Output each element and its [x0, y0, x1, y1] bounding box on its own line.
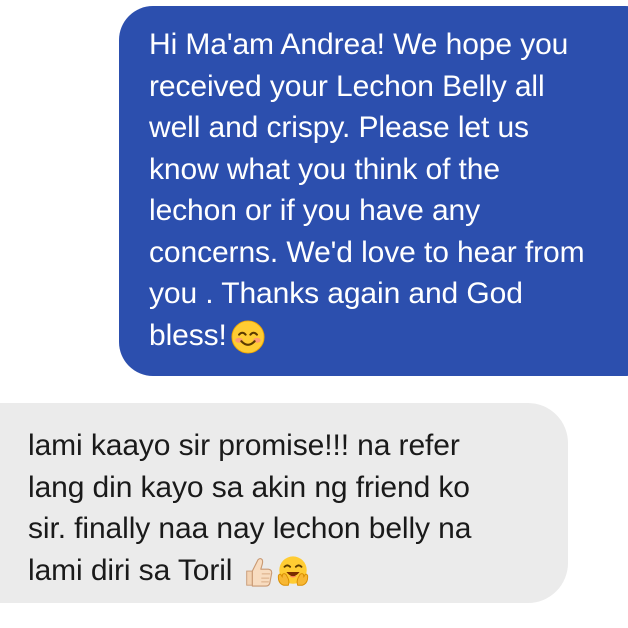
- message-line: lechon or if you have any: [149, 194, 481, 227]
- message-line: know what you think of the: [149, 152, 500, 186]
- message-line: concerns. We'd love to hear from: [149, 235, 585, 269]
- hugging-face-icon: [276, 555, 310, 589]
- message-line: lami kaayo sir promise!!! na refer: [28, 429, 460, 462]
- chat-thread: Hi Ma'am Andrea! We hope you received yo…: [0, 0, 628, 628]
- message-line: received your Lechon Belly all: [149, 69, 545, 103]
- message-line-text: bless!: [149, 318, 227, 352]
- message-line: well and crispy. Please let us: [149, 111, 529, 144]
- message-line: lang din kayo sa akin ng friend ko: [28, 470, 470, 504]
- message-line-text: lami diri sa Toril: [28, 553, 233, 587]
- message-line: you . Thanks again and God: [149, 277, 523, 310]
- outgoing-message-bubble[interactable]: Hi Ma'am Andrea! We hope you received yo…: [119, 6, 628, 376]
- message-line-last: bless!: [149, 315, 628, 357]
- thumbs-up-icon: [242, 555, 274, 589]
- message-line-last: lami diri sa Toril: [28, 550, 568, 592]
- smiling-face-with-smiling-eyes-icon: [231, 320, 265, 354]
- message-line: Hi Ma'am Andrea! We hope you: [149, 28, 569, 61]
- incoming-message-bubble[interactable]: lami kaayo sir promise!!! na refer lang …: [0, 403, 568, 603]
- message-line: sir. finally naa nay lechon belly na: [28, 512, 472, 545]
